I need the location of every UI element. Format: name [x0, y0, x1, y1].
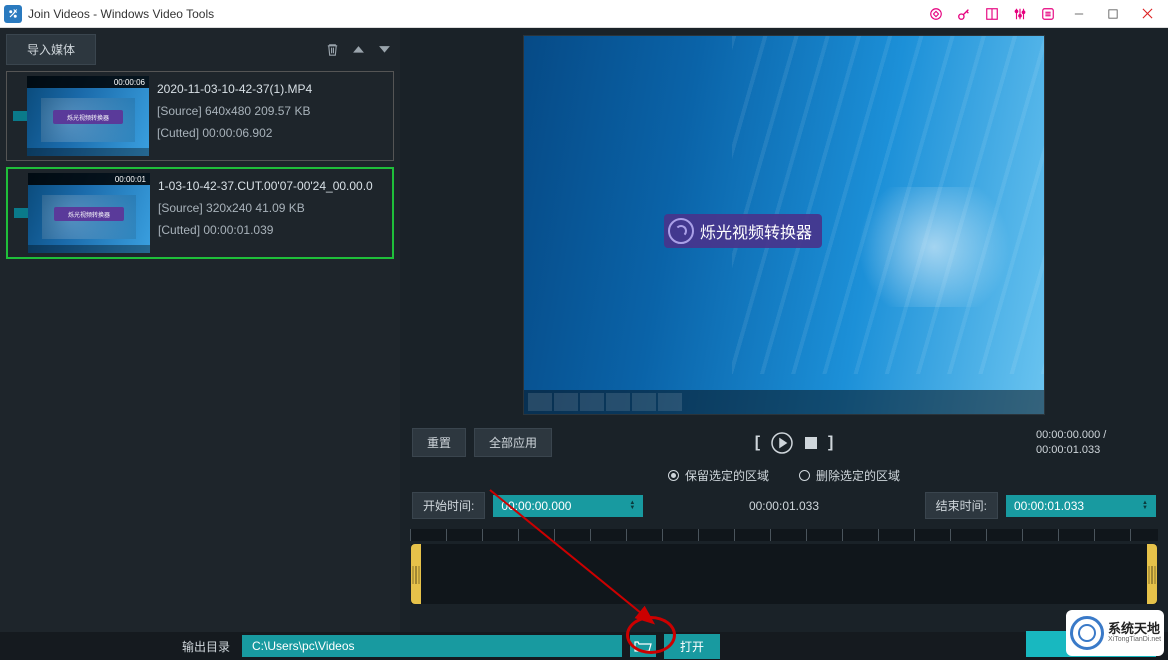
trim-handle-left[interactable]: [411, 544, 421, 604]
clip-cutted: [Cutted] 00:00:01.039: [158, 223, 388, 237]
titlebar: Join Videos - Windows Video Tools: [0, 0, 1168, 28]
start-time-label: 开始时间:: [412, 492, 485, 519]
timeline-ruler: [410, 529, 1158, 541]
open-folder-button[interactable]: 打开: [664, 634, 720, 659]
apply-all-button[interactable]: 全部应用: [474, 428, 552, 457]
start-time-input[interactable]: 00:00:00.000▲▼: [493, 495, 643, 517]
import-media-button[interactable]: 导入媒体: [6, 34, 96, 65]
bottom-bar: 输出目录 C:\Users\pc\Videos 打开: [0, 632, 1168, 660]
sliders-icon[interactable]: [1006, 4, 1034, 24]
bracket-left-icon[interactable]: [: [755, 434, 760, 452]
main-panel: 烁光视频转换器 重置 全部应用 [ ] 00:00:00.000 / 00:00…: [400, 28, 1168, 632]
stop-button[interactable]: [804, 436, 818, 450]
clip-badge-icon: [13, 111, 27, 121]
window-title: Join Videos - Windows Video Tools: [28, 7, 214, 21]
browse-folder-button[interactable]: [630, 635, 656, 657]
move-down-icon[interactable]: [374, 40, 394, 60]
clip-item[interactable]: 烁光视频转换器 00:00:01 1-03-10-42-37.CUT.00'07…: [6, 167, 394, 259]
key-icon[interactable]: [950, 4, 978, 24]
minimize-button[interactable]: [1062, 0, 1096, 28]
cart-icon[interactable]: [922, 4, 950, 24]
reset-button[interactable]: 重置: [412, 428, 466, 457]
clip-name: 1-03-10-42-37.CUT.00'07-00'24_00.00.0: [158, 179, 388, 193]
clip-thumbnail: 烁光视频转换器 00:00:06: [27, 76, 149, 156]
app-icon: [4, 5, 22, 23]
merge-button[interactable]: 合并: [1026, 631, 1156, 657]
end-time-label: 结束时间:: [925, 492, 998, 519]
video-preview[interactable]: 烁光视频转换器: [524, 36, 1044, 414]
maximize-button[interactable]: [1096, 0, 1130, 28]
bracket-right-icon[interactable]: ]: [828, 434, 833, 452]
trim-handle-right[interactable]: [1147, 544, 1157, 604]
close-button[interactable]: [1130, 0, 1164, 28]
duration-display: 00:00:01.033: [651, 499, 916, 513]
remove-region-radio[interactable]: 删除选定的区域: [799, 467, 900, 484]
layout-icon[interactable]: [978, 4, 1006, 24]
media-sidebar: 导入媒体 烁光视频转换器 00:00:06 2020-11-03-10-42-3…: [0, 28, 400, 632]
clip-source: [Source] 320x240 41.09 KB: [158, 201, 388, 215]
clip-name: 2020-11-03-10-42-37(1).MP4: [157, 82, 389, 96]
delete-icon[interactable]: [322, 40, 342, 60]
timeline[interactable]: [400, 523, 1168, 607]
play-button[interactable]: [770, 431, 794, 455]
menu-icon[interactable]: [1034, 4, 1062, 24]
output-path-field[interactable]: C:\Users\pc\Videos: [242, 635, 622, 657]
end-time-input[interactable]: 00:00:01.033▲▼: [1006, 495, 1156, 517]
clip-source: [Source] 640x480 209.57 KB: [157, 104, 389, 118]
keep-region-radio[interactable]: 保留选定的区域: [668, 467, 769, 484]
clip-item[interactable]: 烁光视频转换器 00:00:06 2020-11-03-10-42-37(1).…: [6, 71, 394, 161]
output-label: 输出目录: [182, 638, 230, 655]
clip-thumbnail: 烁光视频转换器 00:00:01: [28, 173, 150, 253]
timeline-track[interactable]: [410, 543, 1158, 605]
time-display: 00:00:00.000 / 00:00:01.033: [1036, 428, 1156, 457]
preview-logo: 烁光视频转换器: [664, 214, 822, 248]
clip-badge-icon: [14, 208, 28, 218]
clip-cutted: [Cutted] 00:00:06.902: [157, 126, 389, 140]
move-up-icon[interactable]: [348, 40, 368, 60]
